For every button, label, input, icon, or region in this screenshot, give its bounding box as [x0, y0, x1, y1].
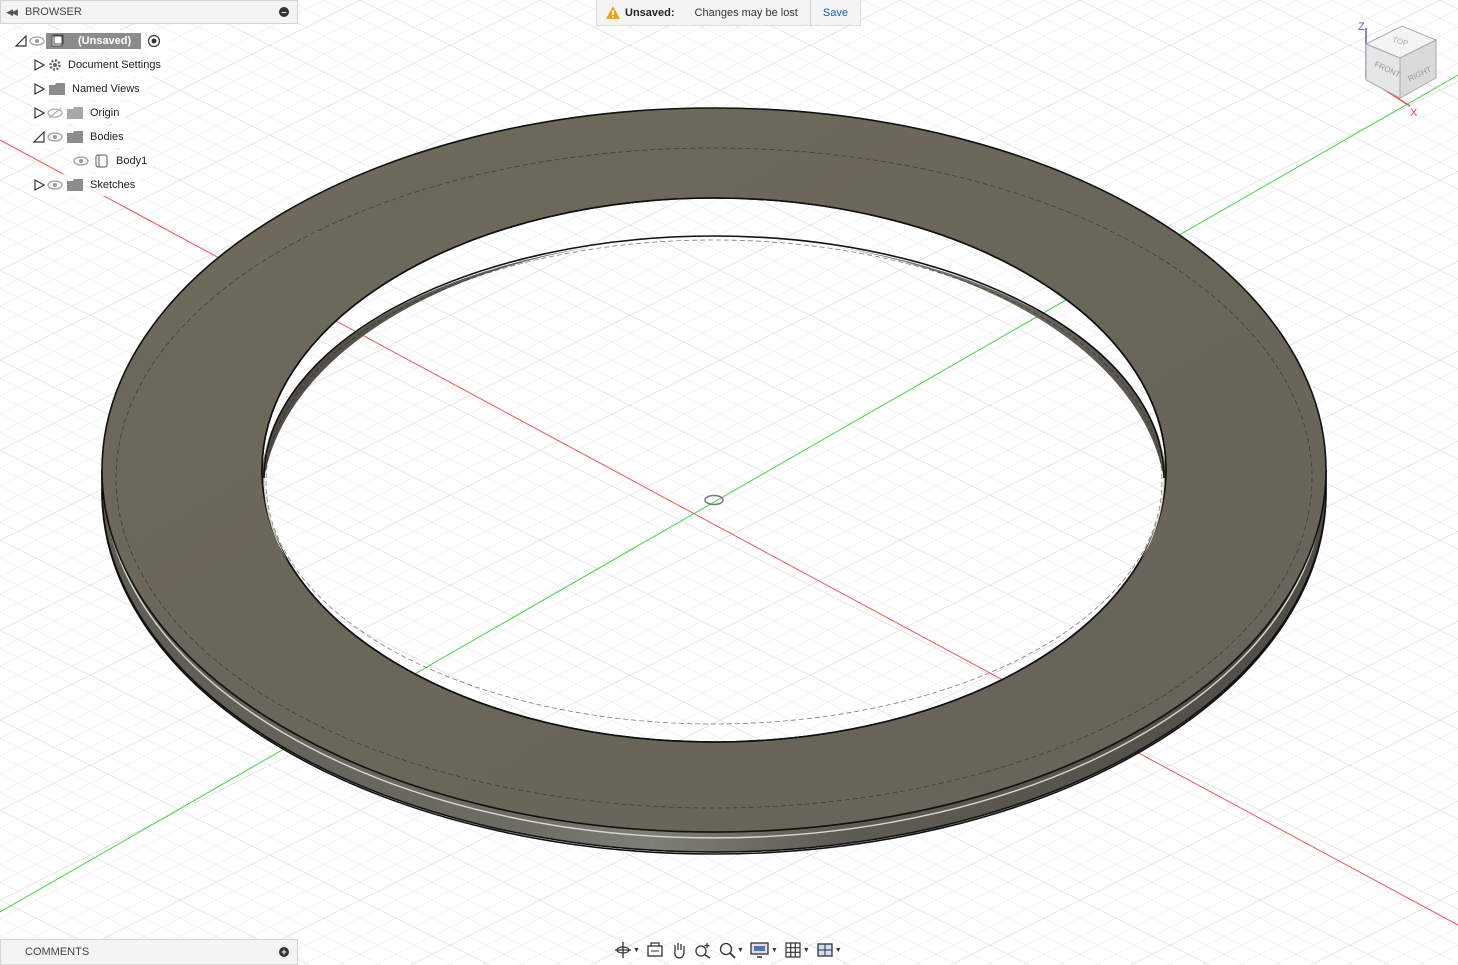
viewcube[interactable]: Z X TOP FRONT RIGHT — [1352, 16, 1448, 120]
expand-triangle-icon[interactable] — [32, 82, 46, 96]
minus-icon[interactable]: – — [279, 7, 289, 17]
folder-icon — [64, 177, 86, 193]
orbit-button[interactable]: ▼ — [612, 939, 642, 961]
eye-icon[interactable] — [46, 130, 64, 144]
folder-icon — [64, 105, 86, 121]
comments-title: COMMENTS — [25, 946, 90, 958]
save-button[interactable]: Save — [811, 7, 860, 19]
axis-x-label: X — [1410, 107, 1418, 119]
display-settings-button[interactable]: ▼ — [748, 939, 780, 961]
browser-item-label: Bodies — [90, 131, 124, 143]
browser-item-label: Document Settings — [68, 59, 161, 71]
unsaved-message: Changes may be lost — [695, 0, 811, 26]
folder-icon — [64, 129, 86, 145]
root-label: (Unsaved) — [68, 33, 142, 49]
browser-item-body1[interactable]: Body1 — [72, 150, 154, 172]
pan-button[interactable] — [668, 939, 690, 961]
grid-icon — [785, 942, 801, 958]
unsaved-status-bar: Unsaved: Changes may be lost Save — [596, 0, 861, 26]
browser-item-named-views[interactable]: Named Views — [32, 78, 146, 100]
browser-item-bodies[interactable]: Bodies — [32, 126, 130, 148]
expand-triangle-icon[interactable] — [32, 178, 46, 192]
collapse-triangle-icon[interactable] — [32, 130, 46, 144]
comments-panel-header[interactable]: COMMENTS + — [0, 939, 298, 965]
body-icon — [90, 153, 112, 169]
browser-panel-header: ◀◀ BROWSER – — [0, 0, 298, 24]
browser-item-label: Named Views — [72, 83, 140, 95]
axis-z-label: Z — [1358, 21, 1365, 33]
eye-hidden-icon[interactable] — [46, 106, 64, 120]
grid-settings-button[interactable]: ▼ — [782, 939, 812, 961]
viewports-button[interactable]: ▼ — [814, 939, 844, 961]
viewports-icon — [817, 943, 833, 957]
expand-triangle-icon[interactable] — [32, 58, 46, 72]
zoom-button[interactable] — [692, 939, 714, 961]
browser-item-sketches[interactable]: Sketches — [32, 174, 142, 196]
browser-item-document-settings[interactable]: Document Settings — [32, 54, 167, 76]
look-at-icon — [647, 942, 663, 957]
plus-icon[interactable]: + — [279, 947, 289, 957]
gear-icon — [46, 58, 64, 72]
fit-icon — [719, 942, 736, 959]
fit-button[interactable]: ▼ — [716, 939, 746, 961]
browser-title: BROWSER — [25, 6, 82, 18]
eye-icon[interactable] — [72, 154, 90, 168]
expand-triangle-icon[interactable] — [32, 106, 46, 120]
warning-icon — [605, 5, 621, 20]
collapse-panel-icon[interactable]: ◀◀ — [1, 7, 21, 18]
collapse-triangle-icon[interactable] — [14, 34, 28, 48]
pan-icon — [674, 943, 685, 959]
look-at-button[interactable] — [644, 939, 666, 961]
orbit-icon — [615, 942, 631, 958]
navigation-toolbar: ▼ ▼ ▼ ▼ ▼ — [612, 938, 844, 962]
zoom-icon — [695, 943, 711, 959]
folder-icon — [46, 81, 68, 97]
eye-icon[interactable] — [46, 178, 64, 192]
browser-item-label: Origin — [90, 107, 120, 119]
eye-icon[interactable] — [28, 34, 46, 48]
browser-item-label: Body1 — [116, 155, 148, 167]
unsaved-label: Unsaved: — [625, 6, 675, 19]
activate-radio-icon[interactable] — [145, 34, 163, 48]
component-icon — [46, 33, 68, 49]
display-settings-icon — [750, 942, 769, 958]
browser-item-origin[interactable]: Origin — [32, 102, 126, 124]
browser-item-label: Sketches — [90, 179, 136, 191]
canvas-viewport[interactable] — [0, 0, 1458, 965]
browser-root-node[interactable]: (Unsaved) — [14, 30, 170, 52]
